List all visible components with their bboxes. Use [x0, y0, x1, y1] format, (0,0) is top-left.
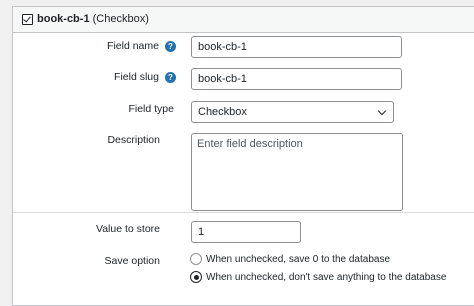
chevron-down-icon	[377, 106, 387, 116]
checkbox-checked-icon	[22, 14, 33, 25]
radio-save-nothing[interactable]	[190, 271, 202, 283]
field-name-label: Field name	[107, 40, 159, 52]
description-textarea[interactable]: Enter field description	[191, 133, 403, 211]
save-option-label: Save option	[104, 255, 160, 267]
question-mark-icon[interactable]: ?	[165, 72, 176, 83]
field-header-title: book-cb-1 (Checkbox)	[37, 13, 149, 25]
field-type-value: Checkbox	[198, 106, 247, 118]
field-header-type: (Checkbox)	[92, 13, 149, 25]
field-slug-input[interactable]: book-cb-1	[191, 68, 402, 90]
field-type-label: Field type	[128, 103, 174, 115]
field-header[interactable]: book-cb-1 (Checkbox)	[13, 7, 474, 33]
field-panel: book-cb-1 (Checkbox) Field name ? book-c…	[12, 6, 474, 306]
value-to-store-input[interactable]: 1	[191, 221, 301, 243]
question-mark-icon[interactable]: ?	[165, 41, 176, 52]
radio-save-nothing-label[interactable]: When unchecked, don't save anything to t…	[206, 272, 446, 283]
section-divider	[13, 212, 474, 213]
description-label: Description	[107, 134, 160, 146]
value-to-store-label: Value to store	[95, 223, 160, 235]
radio-save-zero[interactable]	[190, 253, 202, 265]
field-slug-label: Field slug	[114, 71, 159, 83]
field-type-select[interactable]: Checkbox	[191, 101, 394, 123]
radio-save-zero-label[interactable]: When unchecked, save 0 to the database	[206, 254, 390, 265]
field-name-input[interactable]: book-cb-1	[191, 36, 402, 58]
field-header-name: book-cb-1	[37, 13, 90, 25]
